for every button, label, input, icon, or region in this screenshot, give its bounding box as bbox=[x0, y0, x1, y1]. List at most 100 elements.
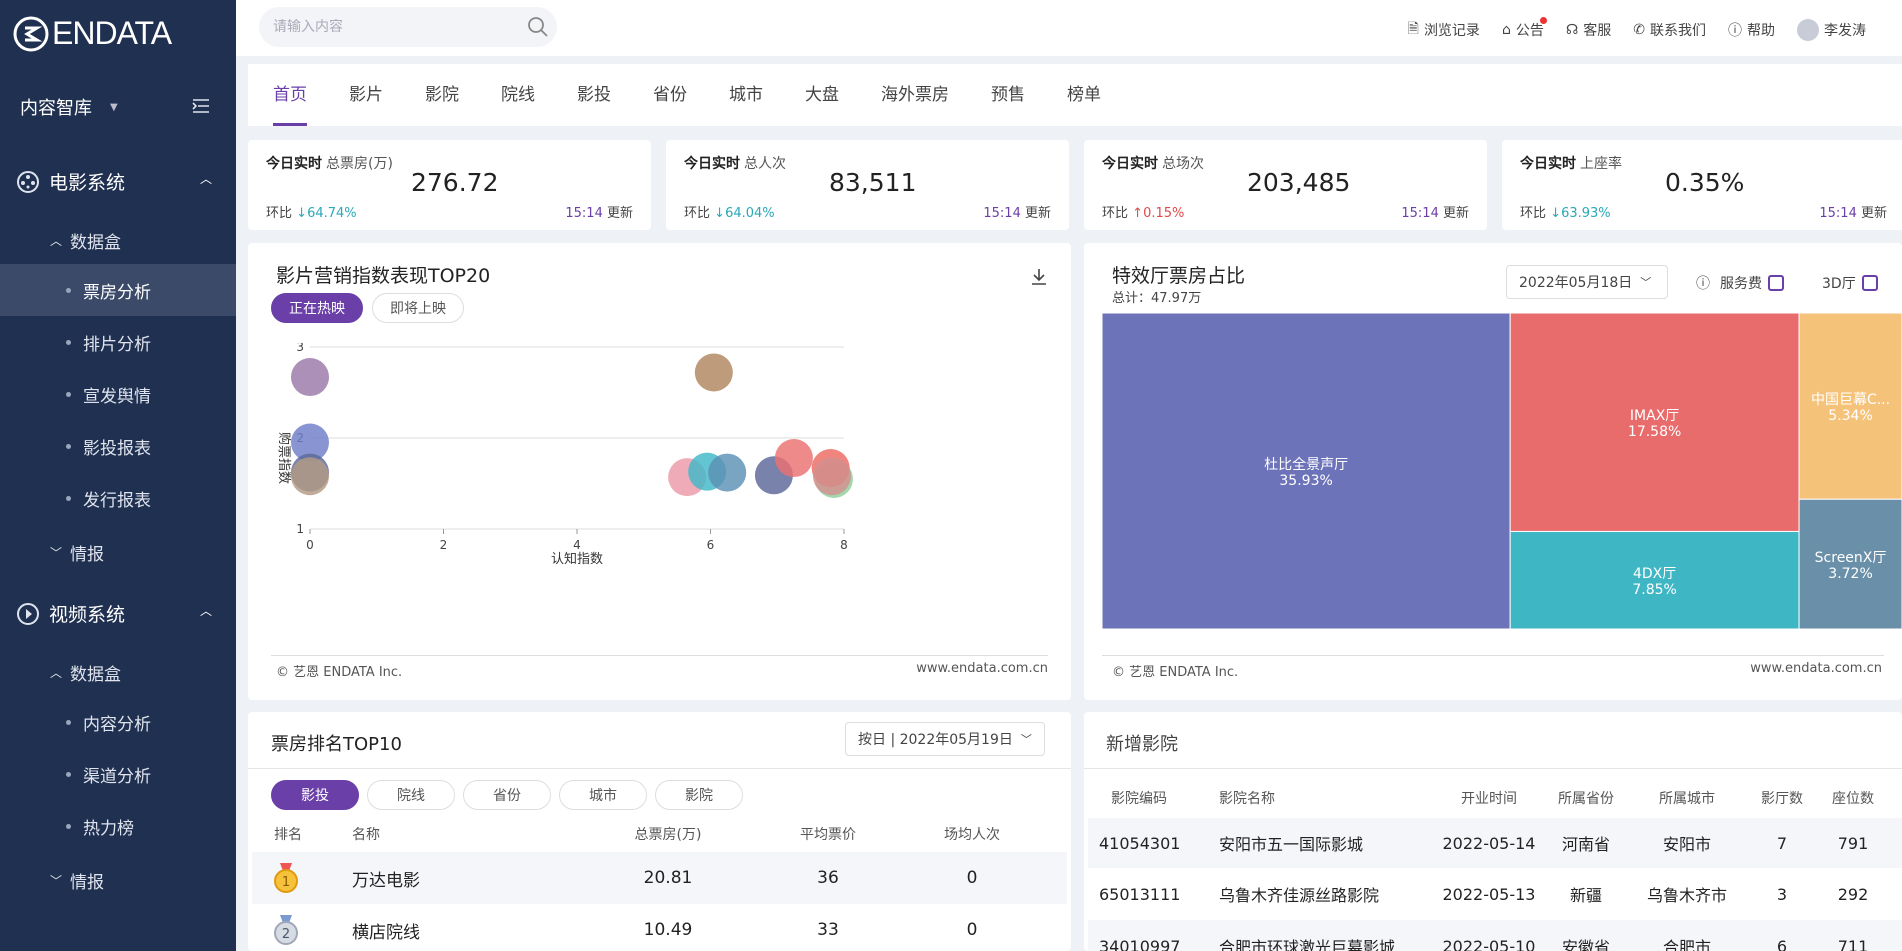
history-icon: 🗎 bbox=[1407, 21, 1419, 37]
notice-link[interactable]: ⌂ 公告 bbox=[1502, 17, 1547, 40]
tab-market[interactable]: 大盘 bbox=[805, 64, 839, 126]
tab-presale[interactable]: 预售 bbox=[991, 64, 1025, 126]
tab-home[interactable]: 首页 bbox=[273, 64, 307, 126]
bubble-point bbox=[774, 439, 813, 478]
tab-films[interactable]: 影片 bbox=[349, 64, 383, 126]
unread-dot-icon bbox=[1539, 17, 1547, 24]
stat-compare: 环比 ↓63.93% bbox=[1520, 202, 1611, 221]
cell-name: 乌鲁木齐佳源丝路影院 bbox=[1219, 886, 1380, 905]
stat-card-box-office: 今日实时 总票房(万) 276.72 环比 ↓64.74% 15:14 更新 bbox=[248, 140, 651, 230]
headset-icon: ☊ bbox=[1565, 22, 1579, 38]
video-play-icon bbox=[17, 602, 39, 625]
bullet-icon bbox=[66, 287, 71, 293]
tab-rankings[interactable]: 榜单 bbox=[1067, 64, 1101, 126]
search-input[interactable] bbox=[273, 19, 513, 35]
treemap-cell-label: 4DX厅 bbox=[1633, 566, 1676, 582]
tab-circuits[interactable]: 院线 bbox=[501, 64, 535, 126]
sidebar-film-databox[interactable]: ︿ 数据盒 bbox=[50, 228, 121, 253]
history-link[interactable]: 🗎 浏览记录 bbox=[1408, 18, 1480, 42]
cell-avg: 0 bbox=[966, 920, 978, 940]
date-picker[interactable]: 2022年05月18日 ﹀ bbox=[1506, 265, 1668, 299]
cell-city: 安阳市 bbox=[1662, 835, 1711, 854]
chevron-down-icon: ﹀ bbox=[1020, 733, 1032, 746]
stat-name: 总票房(万) bbox=[326, 156, 393, 172]
panel-title: 新增影院 bbox=[1106, 734, 1178, 755]
sidebar-item-box-office-analysis[interactable]: 票房分析 bbox=[0, 264, 236, 316]
table-row[interactable]: 65013111 乌鲁木齐佳源丝路影院 2022-05-13 新疆 乌鲁木齐市 … bbox=[1088, 868, 1902, 920]
update-time: 15:14 bbox=[565, 206, 603, 221]
search-icon[interactable] bbox=[527, 16, 549, 38]
help-link[interactable]: ⓘ 帮助 bbox=[1728, 20, 1775, 40]
rank-tab-province[interactable]: 省份 bbox=[463, 780, 551, 810]
box-office-rank-panel: 票房排名TOP10 按日 | 2022年05月19日 ﹀ 影投 院线 省份 城市 … bbox=[248, 712, 1071, 951]
sidebar-video-databox[interactable]: ︿ 数据盒 bbox=[50, 660, 121, 685]
logo-text: ENDATA bbox=[52, 15, 172, 51]
cell-date: 2022-05-13 bbox=[1442, 884, 1536, 904]
sidebar-item-investor-report[interactable]: 影投报表 bbox=[0, 420, 236, 472]
treemap-chart: 杜比全景声厅35.93% IMAX厅17.58% 4DX厅7.85% 中国巨幕C...… bbox=[1102, 313, 1902, 629]
header-cell: 影院编码 bbox=[1111, 791, 1167, 807]
table-row[interactable]: 41054301 安阳市五一国际影城 2022-05-14 河南省 安阳市 7 … bbox=[1088, 818, 1902, 868]
rank-tab-circuit[interactable]: 院线 bbox=[367, 780, 455, 810]
sidebar-film-intel[interactable]: ﹀ 情报 bbox=[50, 540, 104, 565]
rank-tab-city[interactable]: 城市 bbox=[559, 780, 647, 810]
header-cell: 平均票价 bbox=[800, 827, 856, 843]
cell-halls: 6 bbox=[1776, 936, 1788, 951]
sidebar-film-system[interactable]: 电影系统 ︿ bbox=[16, 168, 212, 195]
compare-label: 环比 bbox=[266, 206, 293, 221]
service-fee-checkbox[interactable] bbox=[1768, 275, 1784, 291]
sidebar-video-intel[interactable]: ﹀ 情报 bbox=[50, 868, 104, 893]
table-row[interactable]: 1 万达电影 20.81 36 0 bbox=[252, 852, 1067, 904]
sidebar-item-channel-analysis[interactable]: 渠道分析 bbox=[0, 748, 236, 800]
rank-tab-investor[interactable]: 影投 bbox=[271, 780, 359, 810]
header-cell: 座位数 bbox=[1832, 791, 1874, 807]
library-selector[interactable]: 内容智库 ▼ bbox=[20, 94, 118, 120]
sidebar-video-system[interactable]: 视频系统 ︿ bbox=[16, 600, 212, 627]
table-row[interactable]: 2 横店院线 10.49 33 0 bbox=[252, 904, 1067, 951]
sidebar-item-schedule-analysis[interactable]: 排片分析 bbox=[0, 316, 236, 368]
sidebar-item-distribution-report[interactable]: 发行报表 bbox=[0, 472, 236, 524]
3d-hall-checkbox[interactable] bbox=[1861, 275, 1878, 291]
sidebar-item-heat-chart[interactable]: 热力榜 bbox=[0, 800, 236, 852]
rank-tab-cinema[interactable]: 影院 bbox=[655, 780, 743, 810]
sidebar-item-publicity[interactable]: 宣发舆情 bbox=[0, 368, 236, 420]
stat-update: 15:14 更新 bbox=[1401, 202, 1469, 221]
tab-cinemas[interactable]: 影院 bbox=[425, 64, 459, 126]
sidebar-item-content-analysis[interactable]: 内容分析 bbox=[0, 696, 236, 748]
down-arrow-icon: ↓ bbox=[1550, 206, 1562, 221]
now-showing-button[interactable]: 正在热映 bbox=[271, 293, 363, 323]
coming-soon-button[interactable]: 即将上映 bbox=[372, 293, 464, 323]
header-cell: 场均人次 bbox=[944, 827, 1000, 843]
3d-hall-toggle[interactable]: 3D厅 bbox=[1822, 273, 1878, 293]
user-menu[interactable]: 李发涛 bbox=[1797, 19, 1866, 41]
collapse-menu-icon[interactable] bbox=[192, 98, 210, 114]
date-value: 按日 | 2022年05月19日 bbox=[858, 732, 1013, 748]
chevron-up-icon: ︿ bbox=[199, 172, 212, 186]
treemap-cell-label: 中国巨幕C... bbox=[1811, 392, 1890, 408]
endata-logo[interactable]: ENDATA bbox=[13, 15, 172, 52]
update-label: 更新 bbox=[606, 206, 633, 221]
gold-medal-icon: 1 bbox=[274, 863, 298, 893]
svg-text:2: 2 bbox=[282, 927, 290, 942]
service-fee-toggle[interactable]: ⓘ 服务费 bbox=[1696, 273, 1784, 293]
cell-seats: 292 bbox=[1837, 884, 1869, 904]
intel-label: 情报 bbox=[70, 873, 105, 893]
tab-provinces[interactable]: 省份 bbox=[653, 64, 687, 126]
sidebar-item-label: 影投报表 bbox=[83, 438, 151, 459]
tab-cities[interactable]: 城市 bbox=[729, 64, 763, 126]
divider bbox=[1084, 768, 1902, 769]
service-link[interactable]: ☊ 客服 bbox=[1566, 20, 1611, 40]
date-picker[interactable]: 按日 | 2022年05月19日 ﹀ bbox=[845, 722, 1045, 756]
date-value: 2022年05月18日 bbox=[1519, 275, 1633, 291]
treemap-cell-value: 5.34% bbox=[1828, 408, 1872, 424]
contact-link[interactable]: ✆ 联系我们 bbox=[1633, 20, 1706, 40]
search-box[interactable] bbox=[259, 7, 557, 47]
film-system-label: 电影系统 bbox=[49, 172, 126, 194]
download-icon[interactable] bbox=[1029, 267, 1049, 287]
cell-city: 合肥市 bbox=[1662, 938, 1711, 951]
tab-overseas[interactable]: 海外票房 bbox=[881, 64, 949, 126]
table-header: 影院编码 影院名称 开业时间 所属省份 所属城市 影厅数 座位数 bbox=[1084, 778, 1902, 818]
table-row[interactable]: 34010997 合肥市环球激光巨幕影城 2022-05-10 安徽省 合肥市 … bbox=[1088, 920, 1902, 951]
tab-investors[interactable]: 影投 bbox=[577, 64, 611, 126]
x-tick-label: 0 bbox=[306, 538, 314, 552]
